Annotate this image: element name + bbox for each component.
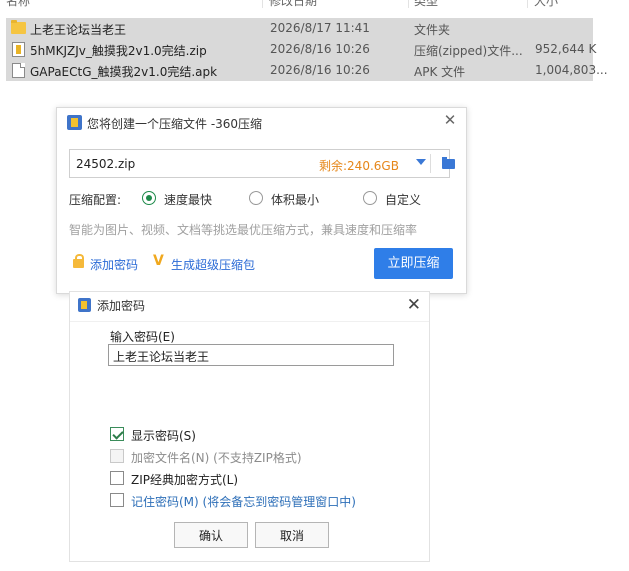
column-header-row: 名称 修改日期 类型 大小	[0, 0, 629, 8]
file-modified: 2026/8/16 10:26	[270, 42, 370, 56]
radio-label: 体积最小	[271, 193, 320, 207]
compress-now-button[interactable]: 立即压缩	[374, 248, 453, 279]
lock-icon[interactable]	[73, 254, 84, 268]
checkbox-label: 显示密码(S)	[131, 429, 196, 443]
file-row-zip[interactable]: 5hMKJZJv_触摸我2v1.0完结.zip 2026/8/16 10:26 …	[6, 39, 597, 60]
password-dialog-titlebar: 添加密码 ✕	[70, 292, 429, 322]
folder-icon	[11, 20, 26, 34]
checkbox-unchecked-icon	[110, 493, 124, 507]
file-name: GAPaECtG_触摸我2v1.0完结.apk	[30, 65, 218, 79]
password-dialog-title: 添加密码	[97, 299, 146, 313]
radio-unselected-icon	[363, 191, 377, 205]
file-name: 上老王论坛当老王	[30, 23, 127, 37]
checkbox-checked-icon	[110, 427, 124, 441]
chevron-down-icon[interactable]	[416, 159, 426, 165]
compress-dialog-title: 您将创建一个压缩文件 -360压缩	[87, 117, 263, 131]
radio-unselected-icon	[249, 191, 263, 205]
divider	[430, 154, 431, 173]
password-input-value[interactable]: 上老王论坛当老王	[113, 348, 209, 365]
radio-selected-icon	[142, 191, 156, 205]
file-type: APK 文件	[414, 65, 466, 79]
file-size: 1,004,803...	[535, 63, 608, 77]
close-icon[interactable]: ✕	[442, 112, 458, 128]
header-divider[interactable]	[408, 0, 409, 8]
free-space-label: 剩余:240.6GB	[319, 159, 399, 173]
360-zip-app-icon	[67, 115, 82, 130]
file-name: 5hMKJZJv_触摸我2v1.0完结.zip	[30, 44, 207, 58]
column-header-modified[interactable]: 修改日期	[269, 0, 317, 9]
column-header-name[interactable]: 名称	[6, 0, 30, 9]
add-password-link[interactable]: 添加密码	[90, 256, 138, 273]
cancel-button[interactable]: 取消	[255, 522, 329, 548]
compress-dialog: 您将创建一个压缩文件 -360压缩 ✕ 24502.zip 剩余:240.6GB…	[56, 107, 467, 294]
file-explorer-list: 名称 修改日期 类型 大小 上老王论坛当老王 2026/8/17 11:41 文…	[0, 0, 629, 84]
archive-path-field[interactable]: 24502.zip 剩余:240.6GB	[69, 149, 455, 178]
add-password-dialog: 添加密码 ✕ 输入密码(E) 上老王论坛当老王 显示密码(S) 加密文件名(N)…	[69, 291, 430, 562]
checkbox-label: 加密文件名(N) (不支持ZIP格式)	[131, 451, 302, 465]
archive-filename[interactable]: 24502.zip	[76, 157, 135, 171]
checkbox-unchecked-icon	[110, 471, 124, 485]
file-type: 文件夹	[414, 23, 451, 37]
file-type: 压缩(zipped)文件...	[414, 44, 523, 58]
360-zip-app-icon	[78, 298, 91, 312]
checkbox-label: ZIP经典加密方式(L)	[131, 473, 239, 487]
password-input-label: 输入密码(E)	[110, 330, 175, 344]
close-icon[interactable]: ✕	[407, 295, 421, 315]
super-package-link[interactable]: 生成超级压缩包	[171, 256, 255, 273]
compress-hint-text: 智能为图片、视频、文档等挑选最优压缩方式，兼具速度和压缩率	[69, 223, 418, 237]
file-size: 952,644 K	[535, 42, 597, 56]
checkbox-label: 记住密码(M) (将会备忘到密码管理窗口中)	[131, 495, 356, 509]
document-icon	[12, 63, 25, 78]
header-divider[interactable]	[262, 0, 263, 8]
column-header-type[interactable]: 类型	[414, 0, 438, 9]
file-modified: 2026/8/16 10:26	[270, 63, 370, 77]
radio-label: 自定义	[385, 193, 422, 207]
password-input[interactable]: 上老王论坛当老王	[108, 344, 394, 366]
file-row-apk[interactable]: GAPaECtG_触摸我2v1.0完结.apk 2026/8/16 10:26 …	[6, 60, 608, 81]
column-header-size[interactable]: 大小	[534, 0, 558, 9]
zip-file-icon	[12, 42, 25, 57]
ok-button[interactable]: 确认	[174, 522, 248, 548]
browse-folder-icon[interactable]	[442, 157, 455, 169]
compress-config-label: 压缩配置:	[69, 193, 122, 207]
header-divider[interactable]	[527, 0, 528, 8]
radio-label: 速度最快	[164, 193, 213, 207]
file-modified: 2026/8/17 11:41	[270, 21, 370, 35]
file-row-folder[interactable]: 上老王论坛当老王 2026/8/17 11:41 文件夹	[6, 18, 593, 39]
checkbox-disabled-icon	[110, 449, 124, 463]
super-package-v-icon[interactable]: V	[153, 253, 164, 269]
